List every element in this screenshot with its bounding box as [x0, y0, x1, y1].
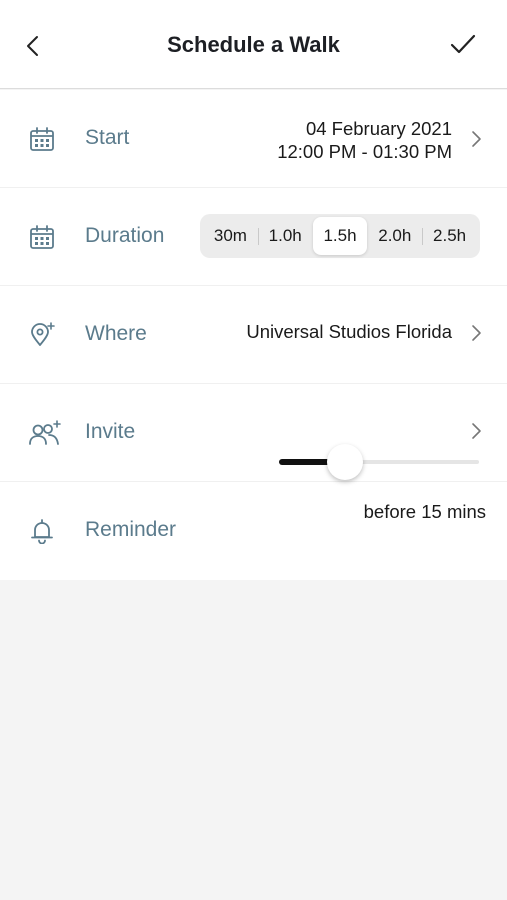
people-add-icon	[29, 420, 61, 445]
duration-option-2-5h[interactable]: 2.5h	[422, 217, 477, 255]
slider-thumb[interactable]	[327, 444, 363, 480]
location-pin-add-icon	[31, 322, 55, 346]
page-title: Schedule a Walk	[167, 32, 340, 57]
start-time: 12:00 PM - 01:30 PM	[277, 141, 452, 162]
start-value: 04 February 2021 12:00 PM - 01:30 PM	[277, 117, 452, 163]
start-date: 04 February 2021	[305, 118, 452, 139]
reminder-slider[interactable]	[279, 444, 479, 484]
duration-option-1-5h[interactable]: 1.5h	[312, 217, 368, 255]
reminder-label: Reminder	[85, 518, 177, 541]
where-row[interactable]: Where Universal Studios Florida	[0, 286, 507, 384]
app-header: Schedule a Walk	[0, 0, 507, 89]
duration-selector: 30m 1.0h 1.5h 2.0h 2.5h	[200, 214, 480, 258]
duration-option-1-0h[interactable]: 1.0h	[257, 217, 313, 255]
calendar-icon	[30, 225, 54, 249]
calendar-icon	[30, 127, 54, 151]
duration-row: Duration 30m 1.0h 1.5h 2.0h 2.5h	[0, 188, 507, 286]
start-row[interactable]: Start 04 February 2021 12:00 PM - 01:30 …	[0, 90, 507, 188]
start-label: Start	[85, 126, 130, 149]
reminder-value: before 15 mins	[363, 501, 486, 522]
invite-label: Invite	[85, 420, 136, 443]
duration-option-2-0h[interactable]: 2.0h	[367, 217, 422, 255]
where-value: Universal Studios Florida	[246, 321, 452, 342]
chevron-right-icon	[472, 325, 481, 341]
checkmark-icon[interactable]	[449, 32, 477, 58]
bell-icon	[31, 519, 53, 544]
duration-label: Duration	[85, 224, 165, 247]
schedule-form: Start 04 February 2021 12:00 PM - 01:30 …	[0, 90, 507, 580]
reminder-row: Reminder before 15 mins	[0, 482, 507, 580]
chevron-right-icon	[472, 131, 481, 147]
duration-option-30m[interactable]: 30m	[203, 217, 258, 255]
where-label: Where	[85, 322, 147, 345]
chevron-right-icon	[472, 423, 481, 439]
